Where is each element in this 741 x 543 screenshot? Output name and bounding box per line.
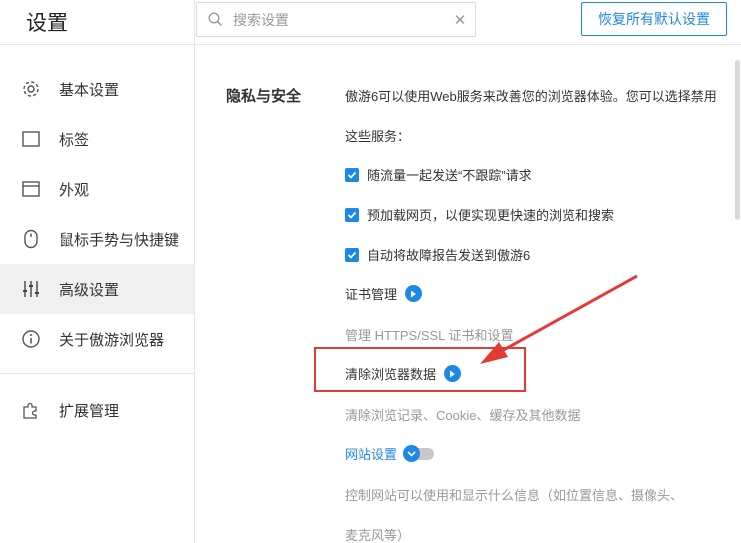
scrollbar[interactable]: [735, 60, 740, 220]
chevron-down-icon[interactable]: [403, 445, 421, 462]
annotation-arrow-icon: [480, 274, 638, 364]
